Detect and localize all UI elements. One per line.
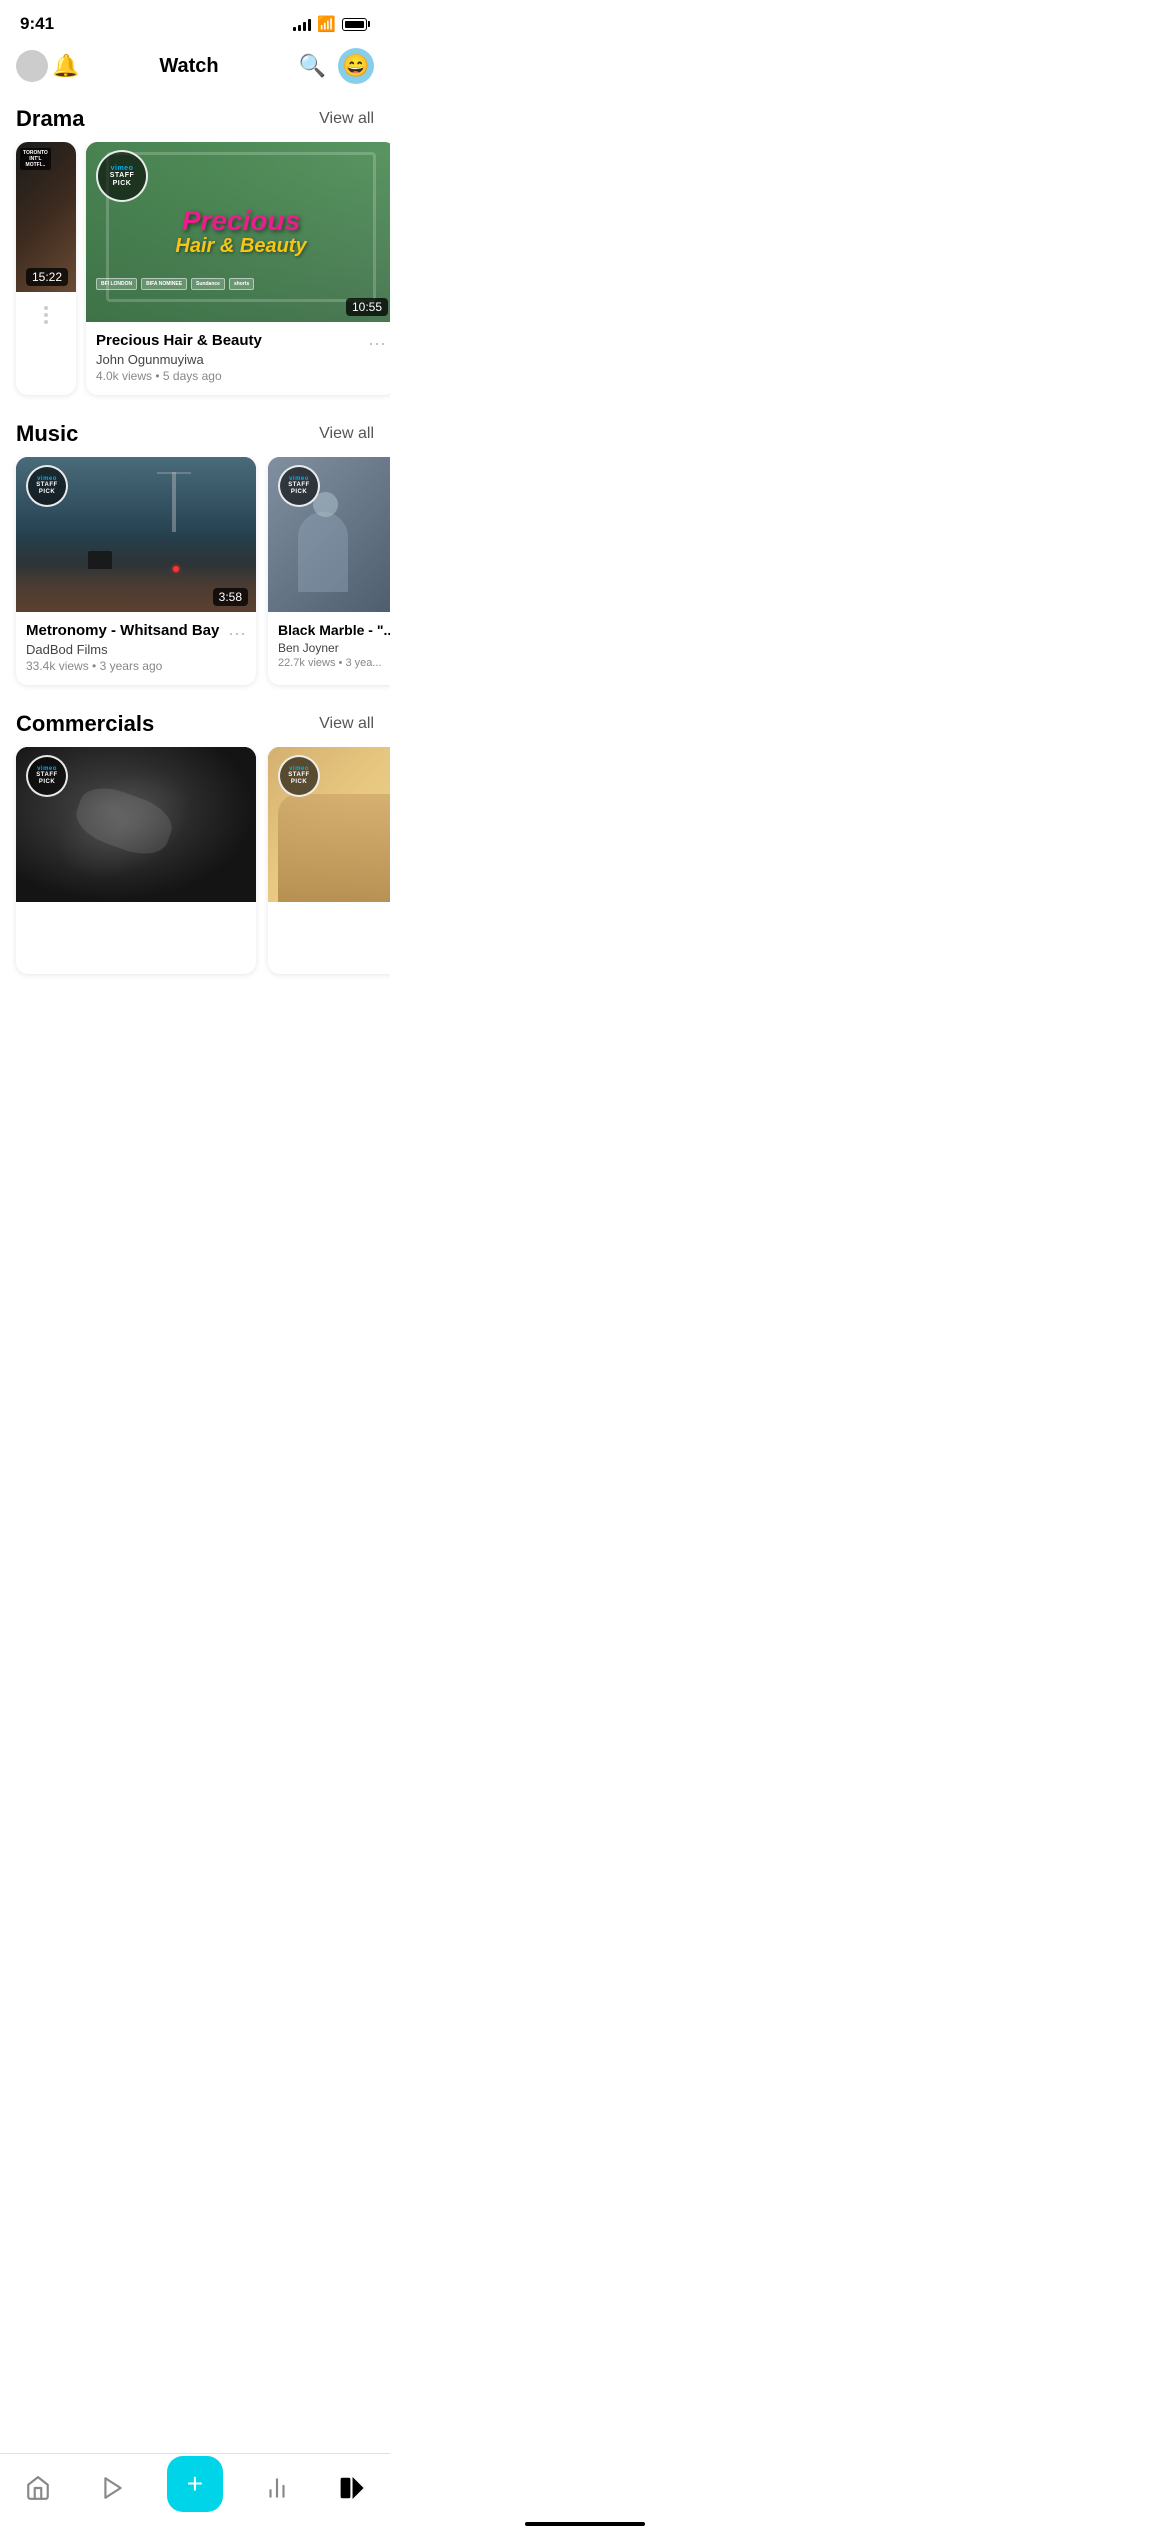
tab-home[interactable]	[16, 2466, 60, 2510]
precious-hair-card[interactable]: Precious Hair & Beauty vimeo STAFFPICK B…	[86, 142, 390, 395]
staff-pick-metronomy: vimeo STAFFPICK	[26, 465, 68, 507]
header: 🔔 Watch 🔍 😄	[0, 40, 390, 96]
battery-icon	[342, 18, 370, 31]
page-title: Watch	[79, 55, 298, 78]
drama-title: Drama	[16, 106, 84, 132]
staff-pick-commercial1: vimeo STAFFPICK	[26, 755, 68, 797]
more-options-icon[interactable]: ···	[368, 332, 386, 354]
commercials-section-header: Commercials View all	[0, 701, 390, 747]
drama-partial-left-card[interactable]: 15:22 TORONTOINT'LMOTFI...	[16, 142, 76, 395]
metronomy-title: Metronomy - Whitsand Bay	[26, 622, 228, 639]
watch-icon	[100, 2475, 126, 2501]
commercial-1-card[interactable]: vimeo STAFFPICK	[16, 747, 256, 974]
award-bifa: BIFA NOMINEE	[141, 278, 187, 290]
music-cards-row: vimeo STAFFPICK 3:58 Metronomy - Whitsan…	[0, 457, 390, 701]
header-left: 🔔	[16, 50, 79, 82]
commercials-title: Commercials	[16, 711, 154, 737]
duration-badge-precious: 10:55	[346, 298, 388, 316]
duration-badge: 15:22	[26, 268, 68, 286]
tab-analytics[interactable]	[255, 2466, 299, 2510]
precious-meta: 4.0k views • 5 days ago	[96, 369, 368, 383]
avatar[interactable]: 😄	[338, 48, 374, 84]
home-icon	[25, 2475, 51, 2501]
tab-watch[interactable]	[91, 2466, 135, 2510]
status-bar: 9:41 📶	[0, 0, 390, 40]
commercials-view-all[interactable]: View all	[319, 715, 374, 733]
drama-section-header: Drama View all	[0, 96, 390, 142]
precious-title: Precious Hair & Beauty	[96, 332, 368, 349]
drama-cards-row: 15:22 TORONTOINT'LMOTFI... Prec	[0, 142, 390, 411]
status-icons: 📶	[293, 15, 370, 33]
bell-icon[interactable]: 🔔	[52, 53, 79, 79]
status-time: 9:41	[20, 14, 54, 34]
metronomy-duration: 3:58	[213, 588, 248, 606]
library-icon	[339, 2475, 365, 2501]
metronomy-card[interactable]: vimeo STAFFPICK 3:58 Metronomy - Whitsan…	[16, 457, 256, 685]
home-indicator	[525, 2522, 645, 2526]
search-icon[interactable]: 🔍	[299, 53, 326, 79]
commercials-cards-row: vimeo STAFFPICK vimeo	[0, 747, 390, 990]
commercial-2-info	[268, 902, 390, 974]
black-marble-info: Black Marble - "... Ben Joyner 22.7k vie…	[268, 612, 390, 681]
music-view-all[interactable]: View all	[319, 425, 374, 443]
black-marble-author: Ben Joyner	[278, 641, 390, 655]
metronomy-author: DadBod Films	[26, 642, 228, 657]
award-sundance: Sundance	[191, 278, 225, 290]
plus-icon: +	[187, 2470, 203, 2498]
tab-bar: +	[0, 2453, 390, 2532]
black-marble-meta: 22.7k views • 3 yea...	[278, 657, 390, 669]
header-right: 🔍 😄	[299, 48, 374, 84]
black-marble-title: Black Marble - "...	[278, 622, 390, 638]
avatar-small	[16, 50, 48, 82]
music-title: Music	[16, 421, 78, 447]
commercial-1-info	[16, 902, 256, 974]
drama-view-all[interactable]: View all	[319, 110, 374, 128]
tiff-badge: TORONTOINT'LMOTFI...	[20, 148, 51, 170]
music-section-header: Music View all	[0, 411, 390, 457]
staff-pick-badge: vimeo STAFFPICK	[96, 150, 148, 202]
partial-dots	[16, 292, 76, 338]
scroll-content: Drama View all 15:22 TORONTOINT'LMOTFI..…	[0, 96, 390, 1070]
precious-author: John Ogunmuyiwa	[96, 352, 368, 367]
metronomy-meta: 33.4k views • 3 years ago	[26, 659, 228, 673]
precious-card-info: Precious Hair & Beauty John Ogunmuyiwa 4…	[86, 322, 390, 395]
award-bfi: BFI LONDON	[96, 278, 137, 290]
black-marble-card[interactable]: vimeo STAFFPICK Black Marble - "... Ben …	[268, 457, 390, 685]
commercial-2-card[interactable]: vimeo STAFFPICK	[268, 747, 390, 974]
wifi-icon: 📶	[317, 15, 336, 33]
staff-pick-commercial2: vimeo STAFFPICK	[278, 755, 320, 797]
metronomy-card-info: Metronomy - Whitsand Bay DadBod Films 33…	[16, 612, 256, 685]
tab-library[interactable]	[330, 2466, 374, 2510]
award-shorts: shorts	[229, 278, 254, 290]
create-button[interactable]: +	[167, 2456, 223, 2512]
signal-icon	[293, 17, 311, 31]
analytics-icon	[264, 2475, 290, 2501]
awards-row: BFI LONDON BIFA NOMINEE Sundance shorts	[96, 278, 386, 290]
staff-pick-blackmarble: vimeo STAFFPICK	[278, 465, 320, 507]
metronomy-more-icon[interactable]: ···	[228, 622, 246, 644]
